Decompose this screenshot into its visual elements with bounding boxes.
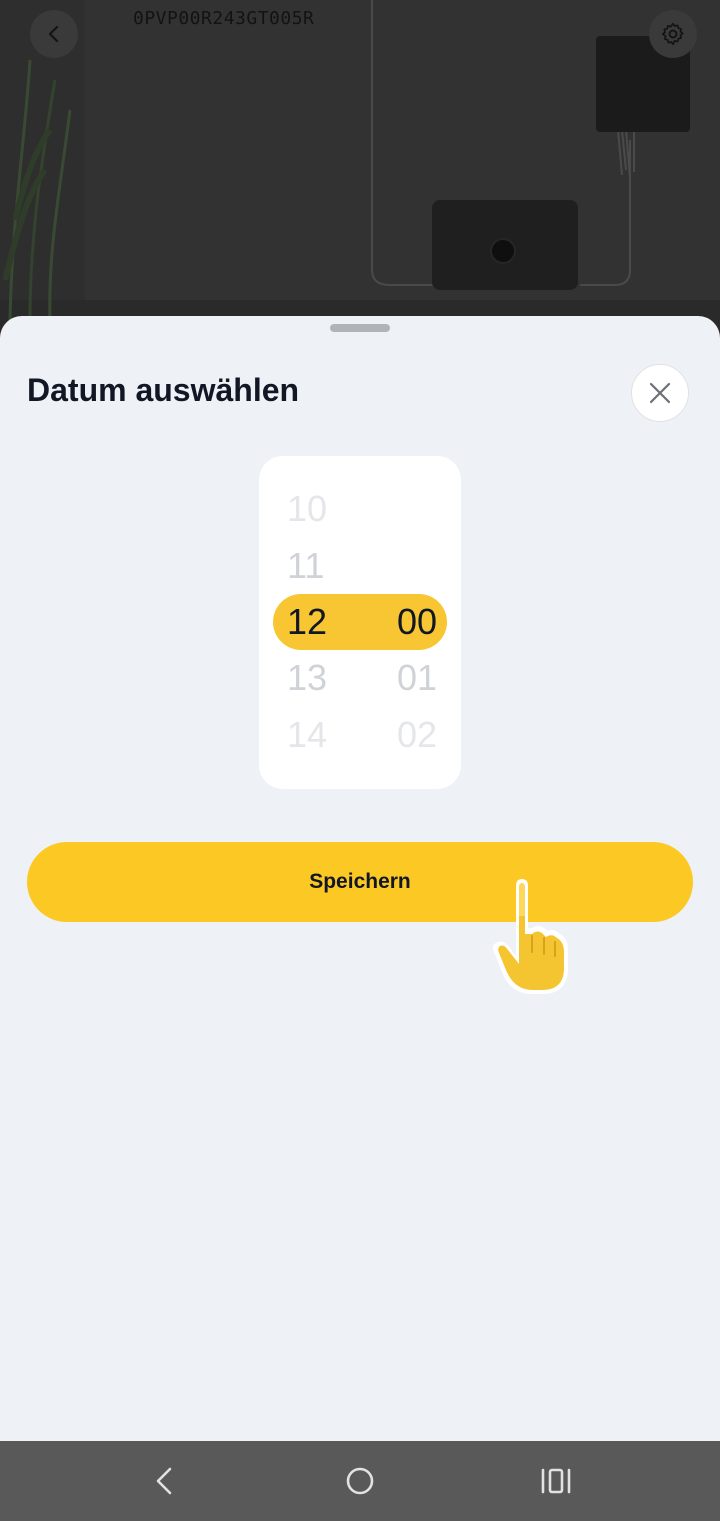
system-back-button[interactable] [142,1459,186,1503]
sheet-title: Datum auswählen [27,372,300,408]
system-home-button[interactable] [338,1459,382,1503]
pointing-hand-icon [493,879,568,994]
minute-option[interactable]: 01 [385,650,437,706]
minute-option[interactable]: 00 [385,594,437,650]
back-button[interactable] [30,10,78,58]
hour-option[interactable]: 11 [287,538,351,594]
save-button[interactable]: Speichern [27,842,693,922]
nav-recents-icon [541,1468,571,1494]
close-icon [649,382,671,404]
gear-icon [661,22,684,46]
minute-option[interactable] [385,538,437,594]
device-serial-number: 0PVP00R243GT005R [133,8,315,29]
plant-decoration [2,59,72,320]
minute-wheel[interactable]: 00 01 02 [385,456,437,789]
time-picker[interactable]: 10 11 12 13 14 00 01 02 [259,456,461,789]
nav-home-icon [346,1467,374,1495]
close-button[interactable] [631,364,689,422]
sheet-drag-handle[interactable] [330,324,390,332]
system-navigation-bar [0,1441,720,1521]
device-photo-background [0,0,720,340]
hour-option[interactable]: 10 [287,481,351,537]
date-picker-sheet: Datum auswählen 10 11 12 13 14 00 01 02 Speich… [0,316,720,1441]
system-recents-button[interactable] [534,1459,578,1503]
minute-option[interactable]: 02 [385,707,437,763]
settings-button[interactable] [649,10,697,58]
hour-option[interactable]: 13 [287,650,351,706]
hour-option[interactable]: 14 [287,707,351,763]
hour-option[interactable]: 12 [287,594,351,650]
minute-option[interactable] [385,481,437,537]
hour-wheel[interactable]: 10 11 12 13 14 [283,456,347,789]
battery-power-knob [490,238,516,264]
chevron-left-icon [48,25,59,43]
nav-back-icon [156,1467,172,1495]
